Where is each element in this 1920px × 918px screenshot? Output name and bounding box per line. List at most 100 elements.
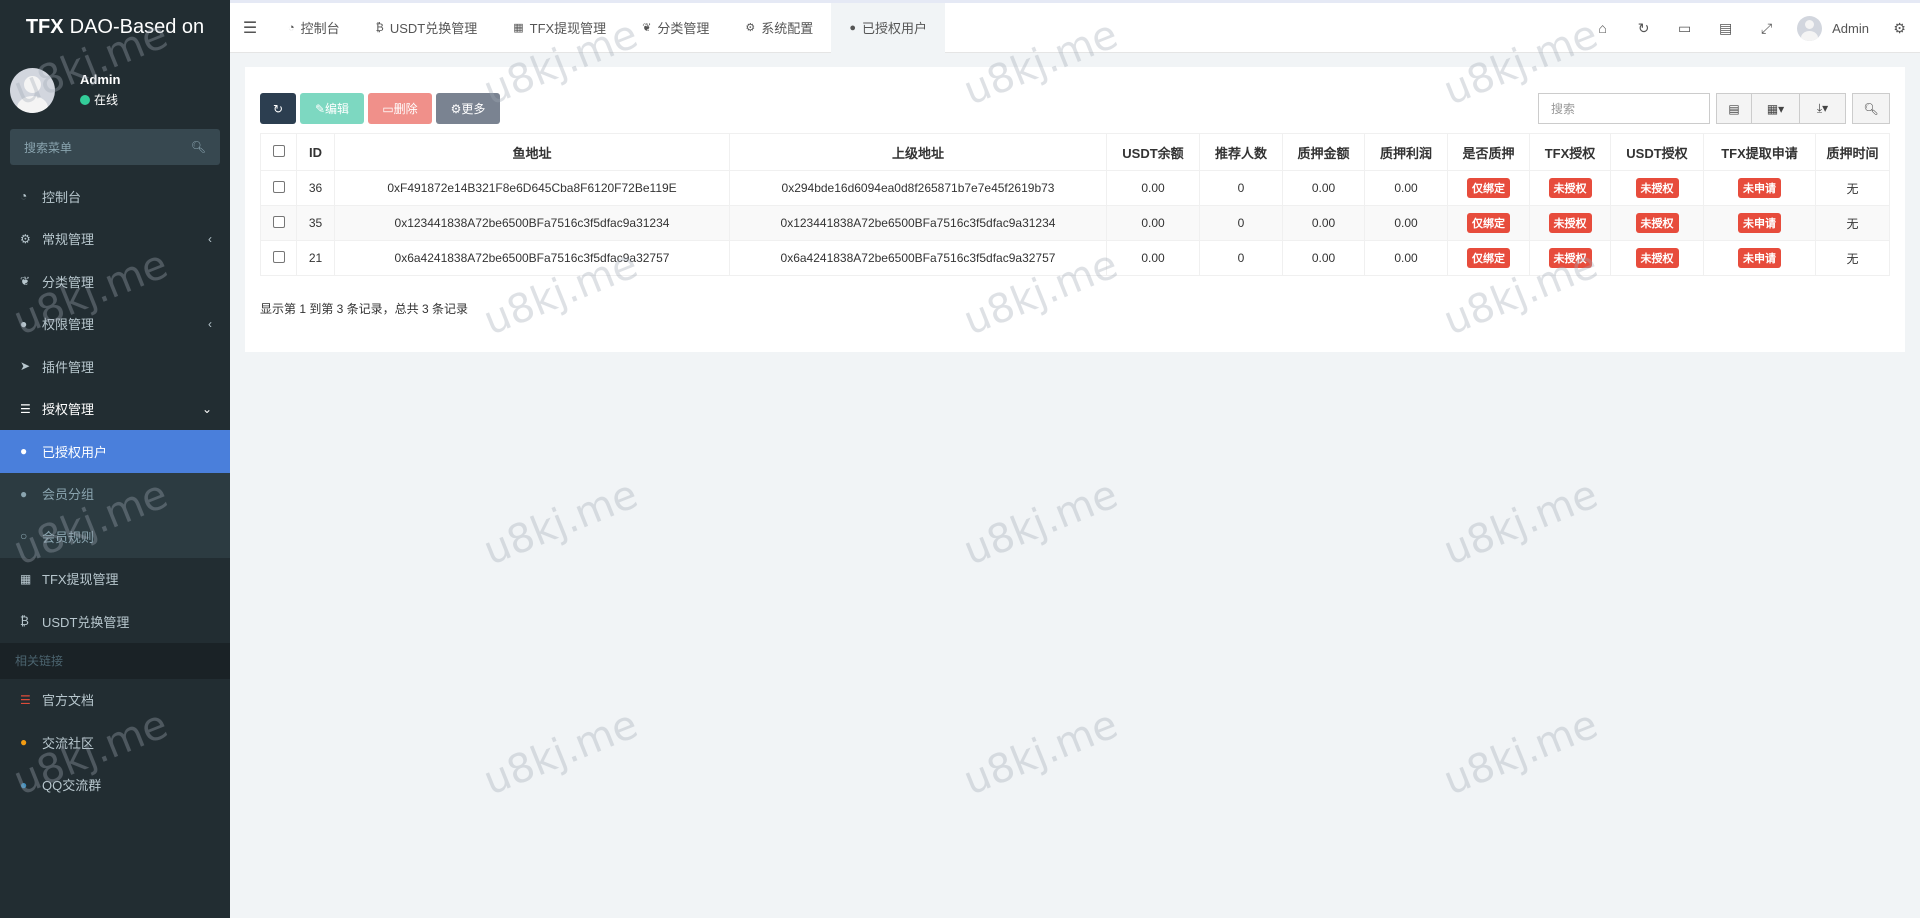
cell-parent-address: 0x6a4241838A72be6500BFa7516c3f5dfac9a327…: [729, 240, 1107, 276]
status-badge: 未授权: [1548, 178, 1592, 198]
edit-button[interactable]: ✎ 编辑: [300, 93, 364, 124]
home-icon[interactable]: ⌂: [1582, 20, 1623, 36]
table-row[interactable]: 36 0xF491872e14B321F8e6D645Cba8F6120F72B…: [260, 170, 1890, 206]
cell-stake-time: 无: [1815, 205, 1890, 241]
sidebar-item-docs[interactable]: ☰ 官方文档: [0, 679, 230, 722]
menu-toggle-icon[interactable]: ☰: [230, 18, 270, 38]
status-badge: 未授权: [1548, 213, 1592, 233]
chevron-left-icon: ‹: [208, 231, 212, 246]
bitcoin-icon: ₿: [375, 21, 384, 34]
row-checkbox[interactable]: [272, 180, 285, 193]
cell-id: 21: [296, 240, 335, 276]
sidebar-item-member-group[interactable]: ● 会员分组: [0, 472, 230, 515]
sidebar-item-dashboard[interactable]: ◔ 控制台: [0, 175, 230, 218]
tab-dashboard[interactable]: ◔ 控制台: [270, 3, 358, 53]
cogs-icon[interactable]: ⚙: [1879, 20, 1920, 37]
select-all-header[interactable]: [260, 133, 297, 171]
sidebar-item-qq[interactable]: ● QQ交流群: [0, 764, 230, 807]
delete-button[interactable]: ▭ 删除: [368, 93, 432, 124]
brand-logo[interactable]: TFX DAO-Based on: [0, 0, 230, 55]
search-icon: 🔍︎: [190, 140, 206, 154]
sidebar-header-links: 相关链接: [0, 642, 230, 679]
menu-search-input[interactable]: 搜索菜单 🔍︎: [10, 129, 220, 165]
sidebar-item-authorization[interactable]: ☰ 授权管理 ⌄: [0, 388, 230, 431]
advanced-search-button[interactable]: 🔍︎: [1852, 93, 1890, 124]
sidebar-item-addon[interactable]: ➤ 插件管理: [0, 345, 230, 388]
cell-stake-profit: 0.00: [1364, 170, 1448, 206]
trash-icon: ▭: [382, 101, 394, 116]
sidebar: TFX DAO-Based on Admin 在线 搜索菜单 🔍︎ ◔ 控制台 ⚙ 常…: [0, 0, 230, 918]
column-header-stake-amount: 质押金额: [1282, 133, 1365, 171]
dashboard-icon: ◔: [20, 189, 28, 204]
cell-referrals: 0: [1199, 240, 1283, 276]
status-badge: 未授权: [1635, 178, 1679, 198]
column-header-withdraw-request: TFX提取申请: [1703, 133, 1816, 171]
toggle-view-button[interactable]: ▤: [1716, 93, 1752, 124]
column-header-tfx-auth: TFX授权: [1529, 133, 1611, 171]
comment-icon: ●: [20, 735, 28, 750]
sidebar-item-general[interactable]: ⚙ 常规管理 ‹: [0, 218, 230, 261]
tab-category[interactable]: ❦ 分类管理: [624, 3, 727, 53]
leaf-icon: ❦: [642, 22, 652, 34]
rocket-icon: ➤: [20, 359, 31, 374]
table-toolbar: ↻ ✎ 编辑 ▭ 删除 ⚙ 更多: [260, 93, 504, 124]
table-search-input[interactable]: 搜索: [1538, 93, 1710, 124]
export-button[interactable]: ⤓▾: [1800, 93, 1846, 124]
cell-referrals: 0: [1199, 205, 1283, 241]
fullscreen-icon[interactable]: ⤢: [1746, 20, 1787, 37]
status-badge: 未授权: [1635, 248, 1679, 268]
sidebar-item-community[interactable]: ● 交流社区: [0, 721, 230, 764]
user-name: Admin: [80, 72, 121, 87]
trash-icon[interactable]: ▭: [1664, 20, 1705, 37]
refresh-button[interactable]: ↻: [260, 93, 296, 124]
column-header-usdt-auth: USDT授权: [1610, 133, 1704, 171]
column-header-fish-address: 鱼地址: [334, 133, 730, 171]
refresh-icon[interactable]: ↻: [1623, 20, 1664, 37]
columns-button[interactable]: ▦▾: [1752, 93, 1800, 124]
status-badge: 仅绑定: [1467, 213, 1510, 233]
content-panel: ↻ ✎ 编辑 ▭ 删除 ⚙ 更多 搜索 ▤ ▦▾ ⤓▾ 🔍︎ ID 鱼地址 上级地址 …: [245, 67, 1905, 352]
table-row[interactable]: 35 0x123441838A72be6500BFa7516c3f5dfac9a…: [260, 205, 1890, 241]
cell-referrals: 0: [1199, 170, 1283, 206]
sidebar-item-usdt-exchange[interactable]: ₿ USDT兑换管理: [0, 600, 230, 643]
user-icon: ●: [20, 444, 28, 459]
sidebar-item-auth[interactable]: ● 权限管理 ‹: [0, 303, 230, 346]
list-icon: ☰: [20, 692, 31, 707]
row-checkbox[interactable]: [272, 250, 285, 263]
sidebar-item-category[interactable]: ❦ 分类管理: [0, 260, 230, 303]
sidebar-item-member-rule[interactable]: ○ 会员规则: [0, 515, 230, 558]
sidebar-item-authorized-users[interactable]: ● 已授权用户: [0, 430, 230, 473]
list-icon: ☰: [20, 401, 31, 416]
tab-system-config[interactable]: ⚙ 系统配置: [727, 3, 831, 53]
status-badge: 未申请: [1738, 178, 1781, 198]
bitcoin-icon: ₿: [20, 614, 29, 629]
table-row[interactable]: 21 0x6a4241838A72be6500BFa7516c3f5dfac9a…: [260, 240, 1890, 276]
data-table: ID 鱼地址 上级地址 USDT余额 推荐人数 质押金额 质押利润 是否质押 T…: [260, 133, 1890, 276]
status-badge: 未申请: [1738, 213, 1781, 233]
top-navbar: ☰ ◔ 控制台 ₿ USDT兑换管理 ▦ TFX提现管理 ❦ 分类管理 ⚙ 系统配置 ● 已…: [230, 0, 1920, 53]
cell-usdt-balance: 0.00: [1106, 205, 1200, 241]
tab-tfx-withdraw[interactable]: ▦ TFX提现管理: [495, 3, 624, 53]
user-status: 在线: [80, 91, 120, 108]
avatar: [1797, 15, 1823, 41]
cell-usdt-balance: 0.00: [1106, 170, 1200, 206]
column-header-id[interactable]: ID: [296, 133, 335, 171]
select-all-checkbox[interactable]: [272, 144, 285, 157]
avatar: [10, 67, 55, 113]
tab-usdt-exchange[interactable]: ₿ USDT兑换管理: [358, 3, 496, 53]
cell-stake-profit: 0.00: [1364, 240, 1448, 276]
watermark: u8kj.me: [957, 471, 1125, 575]
cogs-icon: ⚙: [20, 231, 31, 246]
cell-stake-amount: 0.00: [1282, 170, 1365, 206]
sidebar-item-tfx-withdraw[interactable]: ▦ TFX提现管理: [0, 558, 230, 601]
tab-authorized-users[interactable]: ● 已授权用户: [831, 2, 945, 53]
pagination-info: 显示第 1 到第 3 条记录，总共 3 条记录: [260, 302, 469, 316]
column-header-referrals: 推荐人数: [1199, 133, 1283, 171]
cell-stake-amount: 0.00: [1282, 240, 1365, 276]
row-checkbox[interactable]: [272, 215, 285, 228]
top-user-menu[interactable]: Admin: [1787, 15, 1879, 41]
language-icon[interactable]: ▤: [1705, 20, 1746, 37]
export-icon: ⤓▾: [1816, 101, 1829, 115]
watermark: u8kj.me: [1437, 471, 1605, 575]
more-button[interactable]: ⚙ 更多: [436, 93, 500, 124]
